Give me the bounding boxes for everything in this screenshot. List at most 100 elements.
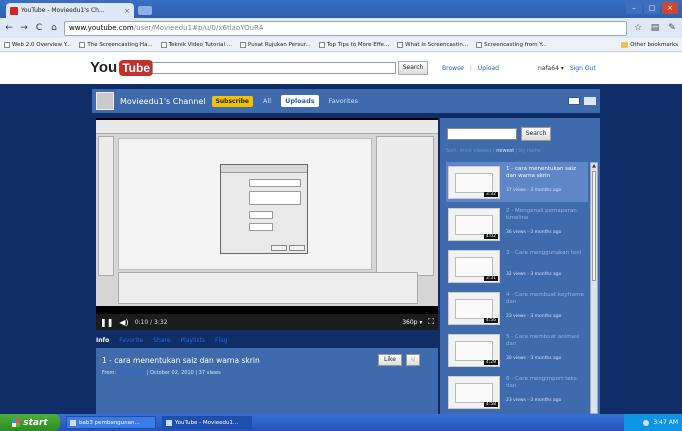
tray-icon[interactable] bbox=[643, 419, 650, 426]
time-display: 0:10 / 3:32 bbox=[134, 318, 168, 326]
tab-playlists[interactable]: Playlists bbox=[181, 337, 205, 344]
sort-most-viewed[interactable]: most viewed bbox=[460, 148, 492, 154]
video-thumbnail[interactable]: 4:29 bbox=[448, 334, 500, 367]
item-title[interactable]: 4 - Cara membuat keyframe dan bbox=[506, 292, 586, 306]
scrollbar-thumb[interactable] bbox=[592, 171, 596, 281]
list-view-icon[interactable] bbox=[584, 97, 596, 105]
browser-tab[interactable]: YouTube - Movieedu1's Ch... × bbox=[6, 3, 134, 18]
item-meta: 23 views - 3 months ago bbox=[506, 398, 562, 403]
video-thumbnail[interactable]: 4:58 bbox=[448, 376, 500, 409]
scroll-up-icon[interactable]: ▲ bbox=[591, 163, 597, 170]
subscribe-button[interactable]: Subscribe bbox=[211, 95, 253, 107]
system-tray: 3:47 AM bbox=[624, 414, 682, 431]
sort-newest[interactable]: newest bbox=[496, 148, 514, 154]
video-thumbnail[interactable]: 4:56 bbox=[448, 292, 500, 325]
tab-info[interactable]: Info bbox=[96, 337, 109, 344]
bookmark-item[interactable]: Pusat Rujukan Persur... bbox=[240, 41, 311, 48]
playlist-item[interactable]: 4:56 4 - Cara membuat keyframe dan 23 vi… bbox=[446, 288, 588, 328]
page-menu-icon[interactable]: ▤ bbox=[649, 23, 661, 33]
item-title[interactable]: 2 - Mengenali pemaparan timeline bbox=[506, 208, 586, 222]
video-info-tabs: Info Favorite Share Playlists Flag bbox=[96, 334, 438, 346]
other-bookmarks[interactable]: Other bookmarks bbox=[621, 41, 678, 48]
uploader-link[interactable]: Movieedu1 bbox=[118, 370, 145, 376]
username-dropdown[interactable]: nafa64 ▾ bbox=[538, 65, 564, 72]
folder-icon bbox=[621, 41, 629, 48]
page-icon bbox=[476, 41, 483, 48]
item-meta: 23 views - 3 months ago bbox=[506, 314, 562, 319]
channel-search-button[interactable]: Search bbox=[521, 127, 551, 141]
uploads-playlist: Search Sort: most viewed | newest | by n… bbox=[440, 118, 600, 414]
playlist-scrollbar[interactable]: ▲ bbox=[590, 162, 598, 414]
page-icon bbox=[160, 41, 167, 48]
tab-favorite[interactable]: Favorite bbox=[119, 337, 143, 344]
playlist-item[interactable]: 4:02 2 - Mengenali pemaparan timeline 36… bbox=[446, 204, 588, 244]
like-button[interactable]: Like bbox=[378, 354, 402, 366]
grid-view-icon[interactable] bbox=[568, 97, 580, 105]
maximize-button[interactable]: □ bbox=[644, 2, 660, 14]
channel-name[interactable]: Movieedu1's Channel bbox=[120, 97, 206, 106]
video-thumbnail[interactable]: 4:02 bbox=[448, 208, 500, 241]
item-title[interactable]: 1 - cara menentukan saiz dan warna skrin bbox=[506, 166, 586, 180]
minimize-button[interactable]: – bbox=[626, 2, 642, 14]
reload-button[interactable]: C bbox=[34, 23, 44, 33]
taskbar-item[interactable]: YouTube - Movieedu1... bbox=[162, 416, 252, 429]
taskbar-item[interactable]: bab3 pembangunan... bbox=[66, 416, 156, 429]
close-tab-icon[interactable]: × bbox=[124, 7, 130, 15]
pause-button[interactable]: ❚❚ bbox=[100, 318, 113, 327]
wrench-menu-icon[interactable]: ✎ bbox=[666, 23, 678, 33]
browser-tab-strip: YouTube - Movieedu1's Ch... × – □ × bbox=[0, 0, 682, 18]
youtube-search-button[interactable]: Search bbox=[398, 61, 428, 75]
bookmark-item[interactable]: Screencasting from Y... bbox=[476, 41, 547, 48]
start-button[interactable]: start bbox=[0, 414, 60, 431]
upload-link[interactable]: Upload bbox=[478, 65, 499, 72]
browser-icon bbox=[166, 419, 172, 426]
player-controls: ❚❚ ◀) 0:10 / 3:32 360p ▾ ⛶ bbox=[96, 314, 438, 330]
duration-badge: 3:32 bbox=[483, 192, 498, 197]
quality-selector[interactable]: 360p ▾ bbox=[402, 319, 422, 326]
page-icon bbox=[318, 41, 325, 48]
item-title[interactable]: 5 - Cara membuat animasi dan bbox=[506, 334, 586, 348]
bookmark-item[interactable]: Web 2.0 Overview Y... bbox=[4, 41, 71, 48]
close-window-button[interactable]: × bbox=[662, 2, 678, 14]
bookmark-item[interactable]: Top Tips to More Effe... bbox=[318, 41, 389, 48]
tab-share[interactable]: Share bbox=[153, 337, 170, 344]
tab-flag[interactable]: Flag bbox=[215, 337, 228, 344]
back-button[interactable]: ← bbox=[4, 23, 14, 33]
forward-button[interactable]: → bbox=[19, 23, 29, 33]
tab-uploads[interactable]: Uploads bbox=[281, 95, 319, 107]
browser-toolbar: ← → C ⌂ www.youtube.com /user/Movieedu1#… bbox=[0, 18, 682, 38]
youtube-logo[interactable]: You Tube bbox=[90, 59, 153, 76]
playlist-item[interactable]: 3:31 3 - Cara menggunakan tool 32 views … bbox=[446, 246, 588, 286]
video-thumbnail[interactable]: 3:32 bbox=[448, 166, 500, 199]
address-bar[interactable]: www.youtube.com /user/Movieedu1#p/u/0/x6… bbox=[64, 20, 627, 36]
playlist-item[interactable]: 3:32 1 - cara menentukan saiz dan warna … bbox=[446, 162, 588, 202]
bookmark-item[interactable]: The Screencasting Ha... bbox=[79, 41, 153, 48]
youtube-favicon-icon bbox=[10, 6, 18, 15]
bookmark-item[interactable]: What Is Screencastin... bbox=[397, 41, 468, 48]
avatar[interactable] bbox=[96, 92, 114, 110]
playlist-item[interactable]: 4:58 6 - Cara mengimport teks dan 23 vie… bbox=[446, 372, 588, 412]
video-thumbnail[interactable]: 3:31 bbox=[448, 250, 500, 283]
bookmark-star-icon[interactable]: ☆ bbox=[632, 23, 644, 33]
sort-by-name[interactable]: | by name bbox=[514, 148, 541, 154]
tab-favorites[interactable]: Favorites bbox=[325, 95, 362, 107]
home-button[interactable]: ⌂ bbox=[49, 23, 59, 33]
tab-all[interactable]: All bbox=[259, 95, 275, 107]
video-frame bbox=[96, 120, 438, 306]
fullscreen-icon[interactable]: ⛶ bbox=[428, 317, 434, 327]
video-player[interactable] bbox=[96, 118, 438, 314]
bookmarks-bar: Web 2.0 Overview Y... The Screencasting … bbox=[0, 38, 682, 52]
playlist-item[interactable]: 4:29 5 - Cara membuat animasi dan 30 vie… bbox=[446, 330, 588, 370]
new-tab-button[interactable] bbox=[138, 6, 152, 15]
browse-link[interactable]: Browse bbox=[442, 65, 464, 72]
volume-icon[interactable]: ◀) bbox=[119, 318, 128, 327]
youtube-search-input[interactable] bbox=[152, 62, 396, 74]
item-title[interactable]: 3 - Cara menggunakan tool bbox=[506, 250, 586, 257]
item-meta: 37 views - 3 months ago bbox=[506, 188, 562, 193]
item-title[interactable]: 6 - Cara mengimport teks dan bbox=[506, 376, 586, 390]
bookmark-item[interactable]: Teknik Video Tutorial ... bbox=[160, 41, 232, 48]
duration-badge: 4:29 bbox=[483, 360, 498, 365]
channel-search-input[interactable] bbox=[447, 128, 517, 140]
sign-out-link[interactable]: Sign Out bbox=[570, 65, 596, 72]
dislike-button[interactable]: ☟ bbox=[406, 354, 420, 366]
